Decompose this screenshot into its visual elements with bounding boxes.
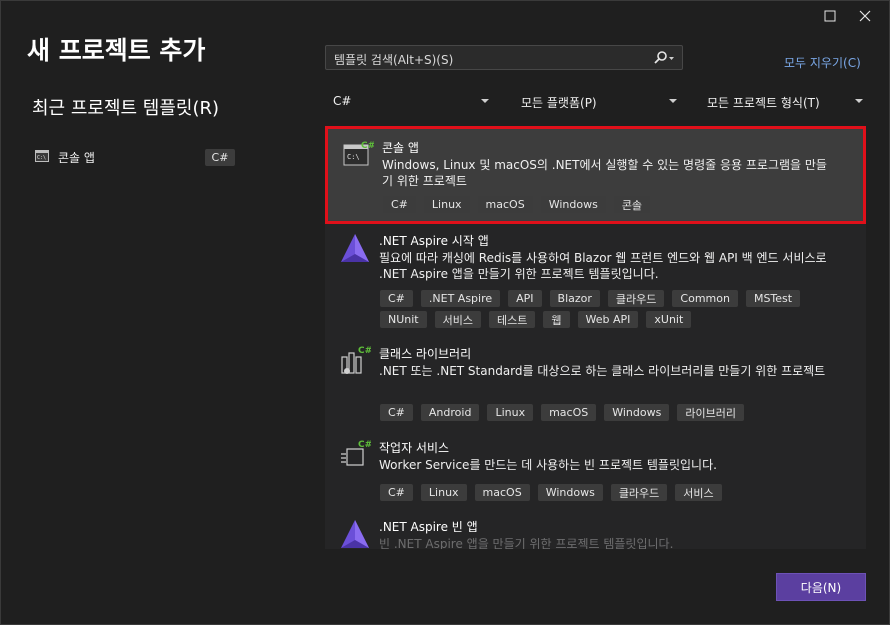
template-name: 클래스 라이브러리 — [379, 347, 472, 361]
chevron-down-icon — [669, 99, 677, 103]
class-library-icon: C# — [341, 346, 371, 374]
worker-service-icon: C# — [341, 440, 371, 466]
project-type-filter-value: 모든 프로젝트 형식(T) — [707, 96, 820, 110]
template-item-class-library[interactable]: C# 클래스 라이브러리 .NET 또는 .NET Standard를 대상으로… — [325, 341, 866, 427]
svg-text:C:\: C:\ — [37, 155, 46, 161]
tag: macOS — [541, 404, 597, 421]
template-tags: C# Linux macOS Windows 콘솔 — [383, 196, 853, 213]
tag: Linux — [423, 196, 470, 213]
template-description: Worker Service를 만드는 데 사용하는 빈 프로젝트 템플릿입니다… — [379, 458, 717, 472]
aspire-icon — [341, 520, 369, 548]
template-tags: C# Android Linux macOS Windows 라이브러리 — [380, 404, 850, 421]
template-name: .NET Aspire 시작 앱 — [379, 234, 489, 248]
tag: API — [508, 290, 542, 307]
recent-item-console-app[interactable]: C:\ 콘솔 앱 C# — [27, 146, 239, 168]
search-icon[interactable] — [653, 50, 675, 66]
tag: macOS — [477, 196, 533, 213]
tag: Windows — [537, 484, 603, 501]
recent-templates-heading: 최근 프로젝트 템플릿(R) — [32, 98, 220, 119]
tag: 서비스 — [434, 311, 481, 328]
tag: Linux — [420, 484, 467, 501]
svg-text:C:\: C:\ — [347, 153, 360, 161]
search-input[interactable]: 템플릿 검색(Alt+S)(S) — [325, 45, 683, 70]
template-description: .NET 또는 .NET Standard를 대상으로 하는 클래스 라이브러리… — [379, 364, 826, 378]
tag: MSTest — [745, 290, 801, 307]
tag: Windows — [540, 196, 606, 213]
tag: Blazor — [549, 290, 600, 307]
template-name: .NET Aspire 빈 앱 — [379, 520, 478, 534]
tag: 서비스 — [675, 484, 722, 501]
close-icon — [859, 10, 871, 22]
tag: 라이브러리 — [677, 404, 744, 421]
tag: C# — [380, 484, 413, 501]
template-item-aspire-empty[interactable]: .NET Aspire 빈 앱 빈 .NET Aspire 앱을 만들기 위한 … — [325, 514, 866, 549]
platform-filter-dropdown[interactable]: 모든 플랫폼(P) — [513, 89, 683, 113]
template-tags: C# .NET Aspire API Blazor 클라우드 Common MS… — [380, 290, 850, 328]
template-name: 콘솔 앱 — [382, 141, 419, 155]
search-placeholder: 템플릿 검색(Alt+S)(S) — [334, 53, 454, 67]
console-app-icon: C:\ — [35, 150, 49, 162]
tag: 클라우드 — [607, 290, 665, 307]
language-filter-value: C# — [333, 94, 352, 108]
platform-filter-value: 모든 플랫폼(P) — [521, 96, 597, 110]
aspire-icon — [341, 234, 369, 262]
tag: Android — [420, 404, 480, 421]
tag: 테스트 — [489, 311, 536, 328]
tag: C# — [380, 404, 413, 421]
chevron-down-icon — [481, 99, 489, 103]
template-item-worker-service[interactable]: C# 작업자 서비스 Worker Service를 만드는 데 사용하는 빈 … — [325, 435, 866, 511]
tag: Web API — [577, 311, 639, 328]
tag: Windows — [604, 404, 670, 421]
page-title: 새 프로젝트 추가 — [27, 36, 206, 65]
recent-item-language-tag: C# — [205, 149, 235, 166]
project-type-filter-dropdown[interactable]: 모든 프로젝트 형식(T) — [699, 89, 869, 113]
tag: .NET Aspire — [420, 290, 501, 307]
tag: macOS — [474, 484, 530, 501]
template-description: 필요에 따라 캐싱에 Redis를 사용하여 Blazor 웹 프런트 엔드와 … — [379, 251, 827, 281]
template-item-console-app[interactable]: C:\ C# 콘솔 앱 Windows, Linux 및 macOS의 .NET… — [325, 126, 866, 224]
next-button[interactable]: 다음(N) — [776, 573, 866, 601]
language-filter-dropdown[interactable]: C# — [325, 89, 495, 113]
template-name: 작업자 서비스 — [379, 441, 450, 455]
svg-text:C#: C# — [358, 346, 371, 356]
maximize-icon — [824, 10, 836, 22]
svg-text:C#: C# — [361, 141, 374, 151]
tag: C# — [380, 290, 413, 307]
chevron-down-icon — [855, 99, 863, 103]
template-description: Windows, Linux 및 macOS의 .NET에서 실행할 수 있는 … — [382, 158, 827, 188]
tag: Common — [672, 290, 738, 307]
maximize-button[interactable] — [813, 1, 847, 31]
recent-item-label: 콘솔 앱 — [58, 151, 95, 165]
tag: C# — [383, 196, 416, 213]
clear-all-link[interactable]: 모두 지우기(C) — [784, 54, 861, 71]
tag: 클라우드 — [610, 484, 668, 501]
template-list[interactable]: C:\ C# 콘솔 앱 Windows, Linux 및 macOS의 .NET… — [325, 126, 866, 549]
tag: Linux — [487, 404, 534, 421]
close-button[interactable] — [848, 1, 882, 31]
template-item-aspire-starter[interactable]: .NET Aspire 시작 앱 필요에 따라 캐싱에 Redis를 사용하여 … — [325, 228, 866, 332]
tag: xUnit — [646, 311, 692, 328]
tag: 콘솔 — [613, 196, 651, 213]
tag: NUnit — [380, 311, 427, 328]
dialog-window: 새 프로젝트 추가 최근 프로젝트 템플릿(R) C:\ 콘솔 앱 C# 템플릿… — [0, 0, 890, 625]
template-tags: C# Linux macOS Windows 클라우드 서비스 — [380, 484, 850, 501]
console-app-icon: C:\ C# — [343, 141, 374, 166]
tag: 웹 — [543, 311, 570, 328]
template-description: 빈 .NET Aspire 앱을 만들기 위한 프로젝트 템플릿입니다. — [379, 537, 674, 549]
svg-text:C#: C# — [358, 440, 371, 450]
